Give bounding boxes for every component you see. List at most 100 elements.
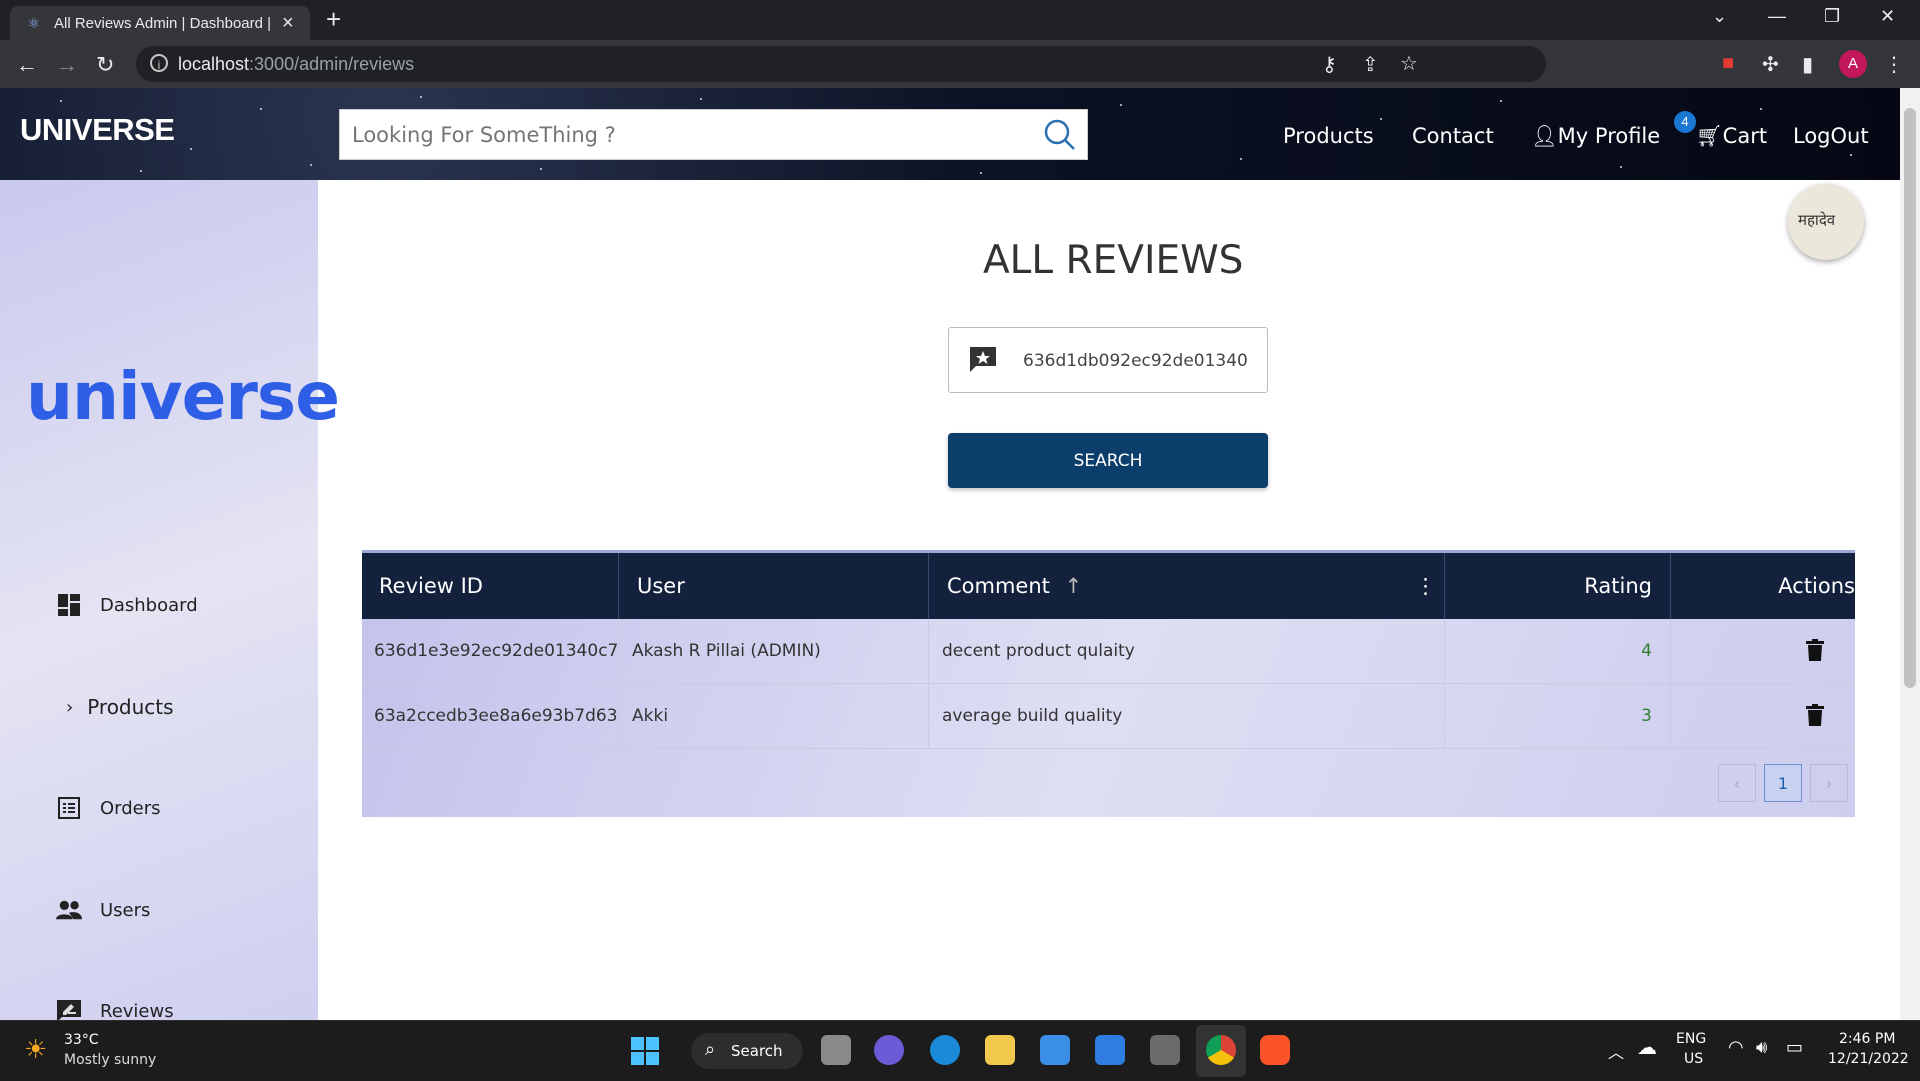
sidebar-logo[interactable]: universe bbox=[26, 358, 340, 435]
nav-link-contact[interactable]: Contact bbox=[1412, 124, 1494, 148]
new-tab-icon[interactable]: + bbox=[326, 4, 341, 35]
scrollbar-thumb[interactable] bbox=[1904, 108, 1916, 688]
rate-review-icon bbox=[970, 347, 996, 372]
close-window-icon[interactable]: ✕ bbox=[1880, 6, 1895, 27]
tab-search-chevron-icon[interactable]: ⌄ bbox=[1712, 6, 1727, 27]
microsoft-store-icon[interactable] bbox=[1040, 1035, 1070, 1065]
file-explorer-icon[interactable] bbox=[985, 1035, 1015, 1065]
battery-icon[interactable]: ▭ bbox=[1786, 1037, 1803, 1058]
profile-avatar[interactable]: महादेव bbox=[1788, 184, 1864, 260]
url-text[interactable]: localhost:3000/admin/reviews bbox=[178, 54, 414, 75]
nav-link-products[interactable]: Products bbox=[1283, 124, 1374, 148]
browser-profile-avatar[interactable]: A bbox=[1839, 50, 1867, 78]
column-header-review-id[interactable]: Review ID bbox=[362, 553, 619, 619]
search-reviews-button[interactable]: SEARCH bbox=[948, 433, 1268, 488]
sidebar-label-reviews: Reviews bbox=[100, 1000, 174, 1021]
language-line-2[interactable]: US bbox=[1684, 1051, 1703, 1067]
nav-link-logout[interactable]: LogOut bbox=[1793, 124, 1869, 148]
column-header-rating[interactable]: Rating bbox=[1445, 553, 1671, 619]
weather-temperature[interactable]: 33°C bbox=[64, 1032, 99, 1048]
restore-icon[interactable]: ❐ bbox=[1824, 6, 1840, 27]
search-icon: ⌕ bbox=[705, 1039, 716, 1060]
browser-menu-icon[interactable]: ⋮ bbox=[1884, 52, 1904, 77]
browser-tab-strip: ⚛ All Reviews Admin | Dashboard | × + ⌄ … bbox=[0, 0, 1920, 40]
wifi-icon[interactable]: ◠ bbox=[1728, 1037, 1744, 1058]
minimize-icon[interactable]: — bbox=[1768, 6, 1786, 27]
profile-avatar-text: महादेव bbox=[1798, 211, 1836, 229]
chrome-taskbar-button-active[interactable] bbox=[1196, 1025, 1246, 1077]
extension-icon[interactable]: ■ bbox=[1722, 52, 1734, 75]
product-id-input[interactable] bbox=[1021, 346, 1250, 376]
page-scrollbar[interactable] bbox=[1900, 88, 1920, 1020]
review-id-cell: 63a2ccedb3ee8a6e93b7d63f bbox=[362, 684, 619, 748]
sidebar-label-users: Users bbox=[100, 899, 151, 921]
clock-time[interactable]: 2:46 PM bbox=[1839, 1031, 1895, 1047]
sort-arrow-up-icon[interactable]: ↑ bbox=[1065, 574, 1083, 598]
volume-icon[interactable]: 🔊︎ bbox=[1756, 1037, 1767, 1058]
sidebar-item-products[interactable]: › Products bbox=[66, 692, 174, 722]
pagination-prev-button[interactable]: ‹ bbox=[1718, 764, 1756, 802]
actions-cell bbox=[1671, 619, 1855, 683]
page-viewport: UNIVERSE Products Contact 👤︎My Profile 4… bbox=[0, 88, 1900, 1020]
sidebar-item-users[interactable]: Users bbox=[56, 895, 150, 925]
rate-review-icon bbox=[56, 998, 82, 1020]
sidebar-item-reviews[interactable]: Reviews bbox=[56, 996, 174, 1020]
column-menu-icon[interactable]: ⋮ bbox=[1415, 553, 1436, 619]
windows-start-icon[interactable] bbox=[631, 1037, 659, 1065]
dashboard-icon bbox=[56, 592, 82, 618]
share-icon[interactable]: ⇪ bbox=[1362, 52, 1379, 77]
bookmark-star-icon[interactable]: ☆ bbox=[1400, 51, 1418, 76]
pagination-page-button[interactable]: 1 bbox=[1764, 764, 1802, 802]
page-title: ALL REVIEWS bbox=[983, 238, 1244, 283]
sidebar-label-orders: Orders bbox=[100, 797, 161, 819]
review-id-input-box bbox=[948, 327, 1268, 393]
brand-logo[interactable]: UNIVERSE bbox=[20, 112, 175, 148]
reviews-table: Review ID User Comment ↑ ⋮ Rating Action… bbox=[362, 550, 1855, 817]
edge-browser-icon[interactable] bbox=[930, 1035, 960, 1065]
cart-count-badge: 4 bbox=[1674, 111, 1696, 133]
column-header-user[interactable]: User bbox=[619, 553, 929, 619]
nav-link-my-profile[interactable]: 👤︎My Profile bbox=[1531, 124, 1660, 149]
brave-browser-icon[interactable] bbox=[1260, 1035, 1290, 1065]
forward-icon[interactable]: → bbox=[56, 52, 78, 78]
column-header-comment[interactable]: Comment ↑ ⋮ bbox=[929, 553, 1445, 619]
table-row[interactable]: 636d1e3e92ec92de01340c76 Akash R Pillai … bbox=[362, 619, 1855, 684]
reload-icon[interactable]: ↻ bbox=[96, 52, 114, 78]
comment-header-label: Comment bbox=[947, 574, 1050, 598]
pagination-next-button[interactable]: › bbox=[1810, 764, 1848, 802]
delete-icon[interactable] bbox=[1806, 639, 1824, 661]
language-line-1[interactable]: ENG bbox=[1676, 1031, 1706, 1047]
task-view-icon[interactable] bbox=[821, 1035, 851, 1065]
back-icon[interactable]: ← bbox=[16, 52, 38, 78]
weather-sun-icon[interactable]: ☀ bbox=[24, 1035, 47, 1065]
people-icon bbox=[56, 897, 82, 923]
table-row[interactable]: 63a2ccedb3ee8a6e93b7d63f Akki average bu… bbox=[362, 684, 1855, 749]
admin-sidebar: universe Dashboard › Products Orders Use… bbox=[0, 180, 340, 1020]
header-search-input[interactable] bbox=[350, 118, 1034, 152]
actions-cell bbox=[1671, 684, 1855, 748]
comment-cell: decent product qulaity bbox=[929, 619, 1445, 683]
browser-tab-active[interactable]: ⚛ All Reviews Admin | Dashboard | × bbox=[10, 6, 310, 40]
tab-close-icon[interactable]: × bbox=[282, 12, 294, 35]
taskbar-search-label: Search bbox=[731, 1042, 783, 1060]
sidebar-item-dashboard[interactable]: Dashboard bbox=[56, 590, 198, 620]
onedrive-cloud-icon[interactable]: ☁ bbox=[1637, 1035, 1657, 1059]
delete-icon[interactable] bbox=[1806, 704, 1824, 726]
weather-description[interactable]: Mostly sunny bbox=[64, 1052, 156, 1068]
key-icon[interactable]: ⚷ bbox=[1322, 52, 1337, 77]
taskbar-search-box[interactable]: ⌕ Search bbox=[691, 1033, 803, 1069]
search-icon[interactable] bbox=[1040, 115, 1080, 155]
puzzle-extensions-icon[interactable]: ✣ bbox=[1762, 52, 1779, 77]
site-info-icon[interactable]: i bbox=[150, 54, 168, 72]
clock-date[interactable]: 12/21/2022 bbox=[1828, 1051, 1909, 1067]
nav-link-cart[interactable]: 🛒︎Cart bbox=[1696, 124, 1767, 149]
sidebar-item-orders[interactable]: Orders bbox=[56, 793, 161, 823]
show-hidden-icons-chevron-icon[interactable]: ︿ bbox=[1608, 1039, 1624, 1063]
mail-icon[interactable] bbox=[1095, 1035, 1125, 1065]
side-panel-icon[interactable]: ▮ bbox=[1802, 52, 1813, 77]
address-bar[interactable]: i localhost:3000/admin/reviews ⚷ ⇪ ☆ bbox=[136, 46, 1546, 82]
calculator-icon[interactable] bbox=[1150, 1035, 1180, 1065]
table-header: Review ID User Comment ↑ ⋮ Rating Action… bbox=[362, 553, 1855, 619]
sidebar-label-products: Products bbox=[87, 695, 174, 719]
teams-chat-icon[interactable] bbox=[874, 1035, 904, 1065]
